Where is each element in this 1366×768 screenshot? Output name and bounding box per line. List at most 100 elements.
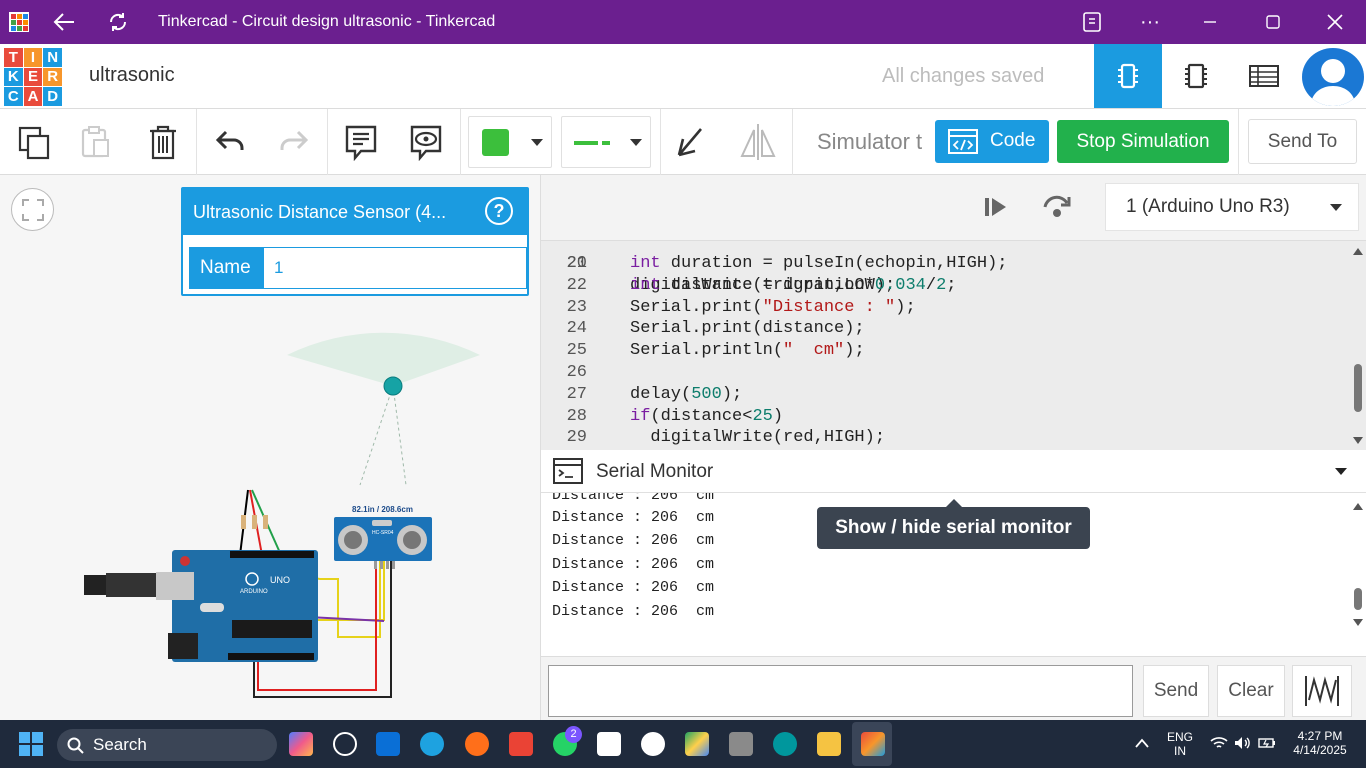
- copilot-icon[interactable]: [289, 732, 313, 756]
- wire-style-dropdown[interactable]: [561, 116, 651, 168]
- fill-color-dropdown[interactable]: [468, 116, 552, 168]
- copy-button[interactable]: [6, 117, 62, 167]
- chevron-down-icon: [630, 139, 642, 146]
- back-arrow-icon[interactable]: [48, 0, 80, 44]
- project-name[interactable]: ultrasonic: [89, 64, 175, 87]
- notes-button[interactable]: [333, 117, 389, 167]
- view-notes-button[interactable]: [398, 117, 454, 167]
- code-line: 28 if(distance<25): [541, 406, 1351, 428]
- code-scrollbar[interactable]: [1351, 241, 1365, 450]
- trash-icon: [150, 125, 176, 160]
- inspector-header: Ultrasonic Distance Sensor (4... ?: [183, 189, 527, 235]
- serial-input-bar: Send Clear: [541, 656, 1366, 720]
- arduino-ide-icon[interactable]: [773, 732, 797, 756]
- collapse-icon[interactable]: [1335, 468, 1347, 476]
- cast-icon[interactable]: [1076, 0, 1108, 44]
- store-icon[interactable]: [376, 732, 400, 756]
- name-label: Name: [190, 248, 264, 288]
- serial-monitor-header[interactable]: Serial Monitor: [541, 450, 1366, 493]
- arduino-uno[interactable]: UNO ARDUINO: [84, 550, 318, 662]
- component-list-button[interactable]: [1230, 44, 1298, 108]
- flip-icon: [740, 124, 776, 160]
- chevron-down-icon: [531, 139, 543, 146]
- name-field[interactable]: Name 1: [189, 247, 527, 289]
- serial-monitor-tooltip: Show / hide serial monitor: [817, 499, 1090, 549]
- stop-simulation-button[interactable]: Stop Simulation: [1057, 120, 1229, 163]
- notification-badge: 2: [565, 726, 582, 743]
- resistor[interactable]: [241, 515, 268, 529]
- code-panel-header: 1 (Arduino Uno R3): [541, 175, 1366, 241]
- step-over-button[interactable]: [1041, 193, 1073, 226]
- list-icon: [1249, 65, 1279, 87]
- code-button[interactable]: Code: [935, 120, 1049, 163]
- drive-icon[interactable]: [685, 732, 709, 756]
- windows-start-button[interactable]: [19, 732, 43, 761]
- logo-letter: E: [23, 67, 43, 87]
- line-number: 25: [566, 341, 587, 361]
- step-button[interactable]: [983, 195, 1009, 224]
- help-icon[interactable]: ?: [485, 197, 513, 225]
- battery-icon[interactable]: [1258, 736, 1276, 750]
- maximize-icon[interactable]: [1257, 0, 1289, 44]
- board-selector[interactable]: 1 (Arduino Uno R3): [1105, 183, 1359, 231]
- logo-letter: A: [23, 87, 43, 106]
- serial-line: Distance : 206 cm: [552, 493, 715, 504]
- line-number: 24: [566, 319, 587, 339]
- serial-scrollbar[interactable]: [1351, 493, 1365, 633]
- edge-icon[interactable]: [420, 732, 444, 756]
- send-button[interactable]: Send: [1143, 665, 1209, 717]
- circuit-view-button[interactable]: [1094, 44, 1162, 108]
- line-number: 28: [566, 406, 587, 426]
- ultrasonic-sensor[interactable]: HC-SR04: [334, 517, 432, 569]
- line-number: 21: [566, 254, 587, 273]
- file-explorer-icon[interactable]: [817, 732, 841, 756]
- flip-button[interactable]: [730, 117, 786, 167]
- github-icon[interactable]: [641, 732, 665, 756]
- rotate-button[interactable]: [662, 117, 718, 167]
- line-number: 26: [566, 363, 587, 382]
- paste-button[interactable]: [68, 117, 124, 167]
- board-label: 1 (Arduino Uno R3): [1126, 196, 1290, 217]
- toolbar-separator: [660, 109, 661, 175]
- volume-icon[interactable]: [1234, 736, 1252, 750]
- app-header: T I N K E R C A D ultrasonic All changes…: [0, 44, 1366, 109]
- app-icon[interactable]: [729, 732, 753, 756]
- chatgpt-icon[interactable]: [333, 732, 357, 756]
- code-editor[interactable]: 20 digitalWrite(trigpin,LOW); 21 int dura…: [541, 241, 1366, 450]
- send-to-button[interactable]: Send To: [1248, 119, 1357, 164]
- scrollbar-track: [1353, 503, 1363, 626]
- wifi-icon[interactable]: [1210, 736, 1228, 750]
- graph-button[interactable]: [1292, 665, 1352, 717]
- refresh-icon[interactable]: [102, 0, 134, 44]
- delete-button[interactable]: [135, 117, 191, 167]
- gmail-icon[interactable]: [509, 732, 533, 756]
- taskbar-search[interactable]: Search: [57, 729, 277, 761]
- scrollbar-track: [1353, 248, 1363, 444]
- more-icon[interactable]: ···: [1134, 0, 1166, 44]
- language-indicator[interactable]: ENG IN: [1163, 730, 1197, 758]
- logo-letter: N: [43, 48, 62, 67]
- firefox-icon[interactable]: [465, 732, 489, 756]
- note-icon: [345, 125, 377, 161]
- serial-input[interactable]: [548, 665, 1133, 717]
- avatar[interactable]: [1302, 48, 1364, 106]
- name-input[interactable]: 1: [274, 248, 283, 288]
- clock[interactable]: 4:27 PM 4/14/2025: [1287, 729, 1353, 757]
- redo-button[interactable]: [266, 117, 322, 167]
- tinkercad-taskbar-icon[interactable]: [861, 732, 885, 756]
- code-line: 23 Serial.print("Distance : ");: [541, 297, 1351, 319]
- target-object[interactable]: [383, 376, 403, 396]
- serial-line: Distance : 206 cm: [552, 532, 715, 550]
- medium-icon[interactable]: [597, 732, 621, 756]
- clear-button[interactable]: Clear: [1217, 665, 1285, 717]
- serial-monitor-icon: [553, 458, 583, 484]
- schematic-view-button[interactable]: [1162, 44, 1230, 108]
- inspector-title: Ultrasonic Distance Sensor (4...: [193, 202, 447, 222]
- undo-button[interactable]: [202, 117, 258, 167]
- chevron-up-icon[interactable]: [1135, 738, 1149, 748]
- close-icon[interactable]: [1319, 0, 1351, 44]
- tinkercad-logo[interactable]: T I N K E R C A D: [4, 48, 62, 106]
- board-maker: ARDUINO: [240, 589, 268, 595]
- minimize-icon[interactable]: [1194, 0, 1226, 44]
- logo-letter: I: [23, 48, 43, 67]
